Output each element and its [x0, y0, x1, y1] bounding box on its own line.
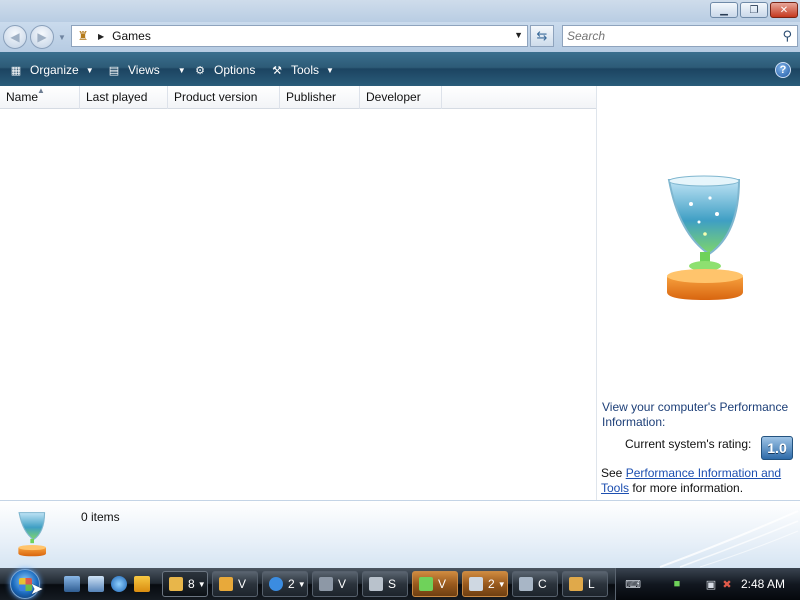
tools-button[interactable]: ⚒ Tools ▼ [269, 61, 334, 79]
sound-icon [369, 577, 383, 591]
column-last-played[interactable]: Last played [80, 86, 168, 109]
forward-button[interactable]: ▶ [30, 25, 54, 49]
tool-icon [569, 577, 583, 591]
internet-explorer-icon[interactable] [111, 576, 127, 592]
system-rating-label: Current system's rating: [625, 437, 752, 451]
items-count: 0 items [81, 510, 120, 524]
calculator-icon [519, 577, 533, 591]
breadcrumb-games[interactable]: Games [112, 29, 151, 43]
command-bar: ▦ Organize ▼ ▤ Views ▼ ⚙ Options ⚒ Tools… [0, 52, 800, 86]
options-label: Options [214, 63, 256, 77]
file-list-area[interactable] [0, 109, 596, 500]
maximize-icon: ❐ [749, 4, 759, 16]
maximize-button[interactable]: ❐ [740, 2, 768, 18]
column-product-version[interactable]: Product version [168, 86, 280, 109]
tools-icon: ⚒ [272, 64, 282, 77]
organize-label: Organize [30, 63, 79, 77]
column-publisher[interactable]: Publisher [280, 86, 360, 109]
address-row: ◀ ▶ ▼ ♜ ▶ Games ▼ ⇆ ⚲ [0, 22, 800, 52]
taskbar-button-active[interactable]: V [412, 571, 458, 597]
trophy-icon [667, 175, 743, 300]
volume-muted-icon[interactable]: ✖ [720, 577, 734, 591]
address-bar[interactable]: ♜ ▶ Games ▼ [71, 25, 528, 47]
games-folder-icon: ♜ [77, 29, 89, 43]
taskbar-button[interactable]: V [212, 571, 258, 597]
show-desktop-icon[interactable] [64, 576, 80, 592]
back-arrow-icon: ◀ [10, 30, 20, 44]
tools-label: Tools [291, 63, 320, 77]
help-button[interactable]: ? [775, 62, 791, 78]
media-player-icon[interactable] [134, 576, 150, 592]
close-button[interactable]: ✕ [770, 2, 798, 18]
forward-arrow-icon: ▶ [37, 30, 47, 44]
back-button[interactable]: ◀ [3, 25, 27, 49]
taskbar-button[interactable]: S [362, 571, 408, 597]
printer-icon [469, 577, 483, 591]
system-rating-badge[interactable]: 1.0 [761, 436, 793, 460]
minimize-button[interactable]: ▁ [710, 2, 738, 18]
options-icon: ⚙ [195, 64, 205, 77]
column-developer[interactable]: Developer [360, 86, 442, 109]
trophy-icon [18, 512, 46, 557]
chevron-down-icon: ▼ [177, 65, 186, 75]
address-dropdown-icon[interactable]: ▼ [514, 30, 523, 40]
performance-info-link[interactable]: View your computer's Performance Informa… [602, 400, 797, 430]
help-icon: ? [779, 64, 787, 76]
performance-tools-text: See Performance Information and Tools fo… [601, 466, 782, 495]
taskbar-button[interactable]: L [562, 571, 608, 597]
taskbar-button[interactable]: V [312, 571, 358, 597]
organize-button[interactable]: ▦ Organize ▼ [8, 61, 94, 79]
breadcrumb-separator-icon[interactable]: ▶ [98, 32, 104, 41]
search-input[interactable] [563, 26, 763, 46]
refresh-button[interactable]: ⇆ [530, 25, 554, 47]
taskbar-button[interactable]: 2 ▼ [262, 571, 308, 597]
taskbar-button[interactable]: 8 ▼ [162, 571, 208, 597]
internet-explorer-icon [269, 577, 283, 591]
details-pane: 0 items [0, 500, 800, 568]
sort-ascending-icon: ▲ [37, 86, 45, 95]
minimize-icon: ▁ [720, 4, 728, 16]
decorative-swirl [659, 510, 799, 568]
views-label: Views [128, 63, 160, 77]
games-icon [419, 577, 433, 591]
column-name[interactable]: ▲ Name [0, 86, 80, 109]
clock[interactable]: 2:48 AM [741, 577, 785, 591]
mouse-cursor-icon: ➤ [30, 581, 44, 598]
refresh-icon: ⇆ [536, 28, 548, 43]
windows-update-icon[interactable]: ■ [670, 577, 684, 591]
taskbar-button-active[interactable]: 2 ▼ [462, 571, 508, 597]
search-icon[interactable]: ⚲ [782, 28, 792, 44]
views-icon: ▤ [108, 64, 120, 77]
keyboard-icon [319, 577, 333, 591]
info-pane: View your computer's Performance Informa… [596, 86, 800, 500]
recent-pages-dropdown[interactable]: ▼ [58, 33, 66, 42]
folder-icon [169, 577, 183, 591]
title-bar: ▁ ❐ ✕ [0, 0, 800, 22]
close-icon: ✕ [779, 4, 789, 16]
network-icon[interactable]: ▣ [704, 577, 718, 591]
taskbar-button[interactable]: C [512, 571, 558, 597]
options-button[interactable]: ⚙ Options [192, 61, 255, 79]
views-button[interactable]: ▤ Views ▼ [106, 61, 186, 79]
chevron-down-icon: ▼ [326, 65, 334, 75]
switch-windows-icon[interactable] [88, 576, 104, 592]
media-icon [219, 577, 233, 591]
chevron-down-icon: ▼ [85, 65, 94, 75]
column-header-row: ▲ Name Last played Product version Publi… [0, 86, 596, 109]
search-box[interactable]: ⚲ [562, 25, 798, 47]
taskbar: ➤ 8 ▼ V 2 ▼ V S V 2 ▼ C L ⌨ ■ ▣ ✖ 2:48 A… [0, 568, 800, 600]
organize-icon: ▦ [10, 64, 22, 77]
keyboard-tray-icon[interactable]: ⌨ [625, 577, 641, 591]
